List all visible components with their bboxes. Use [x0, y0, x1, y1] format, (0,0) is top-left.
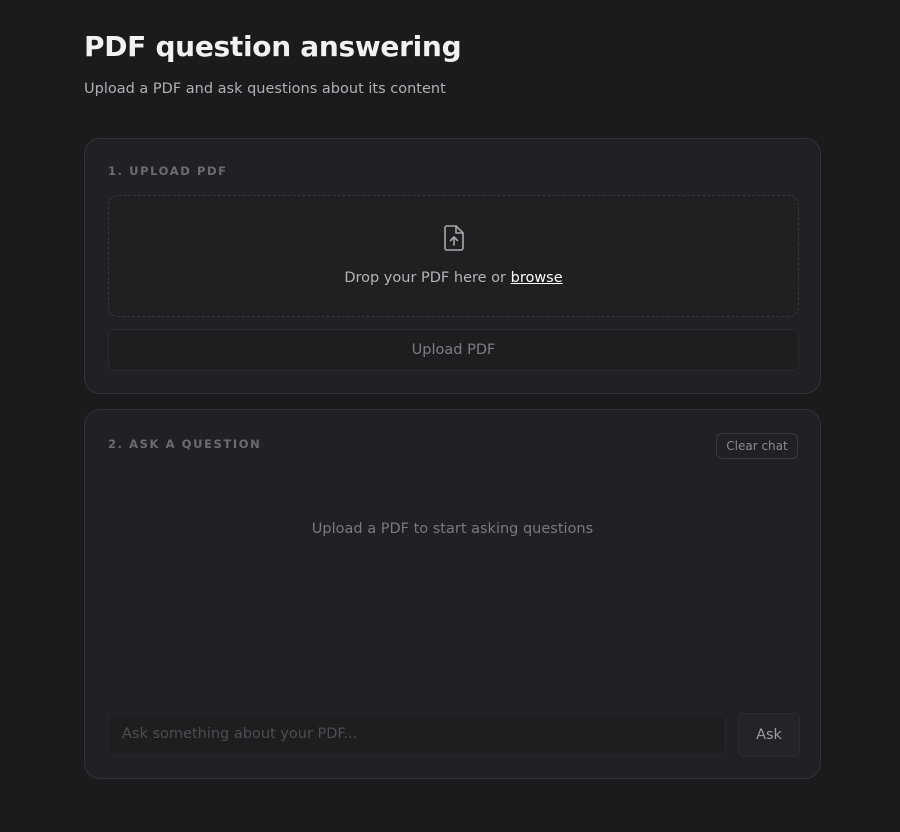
page-subtitle: Upload a PDF and ask questions about its… [84, 81, 446, 97]
upload-section-label: 1. UPLOAD PDF [108, 164, 228, 178]
dropzone-instruction: Drop your PDF here or [344, 270, 506, 286]
ask-question-card: 2. ASK A QUESTION Clear chat Upload a PD… [84, 409, 821, 779]
upload-pdf-button[interactable]: Upload PDF [108, 329, 799, 371]
pdf-dropzone[interactable]: Drop your PDF here or browse [108, 195, 799, 317]
chat-empty-message: Upload a PDF to start asking questions [311, 521, 594, 537]
browse-link[interactable]: browse [511, 270, 563, 286]
page-title: PDF question answering [84, 30, 462, 63]
question-input[interactable] [108, 713, 726, 755]
ask-row: Ask [108, 713, 800, 757]
file-upload-icon [444, 225, 464, 251]
ask-button[interactable]: Ask [738, 713, 800, 757]
clear-chat-button[interactable]: Clear chat [716, 433, 798, 459]
upload-pdf-card: 1. UPLOAD PDF Drop your PDF here or brow… [84, 138, 821, 394]
dropzone-text: Drop your PDF here or browse [109, 270, 798, 286]
ask-section-label: 2. ASK A QUESTION [108, 437, 262, 451]
